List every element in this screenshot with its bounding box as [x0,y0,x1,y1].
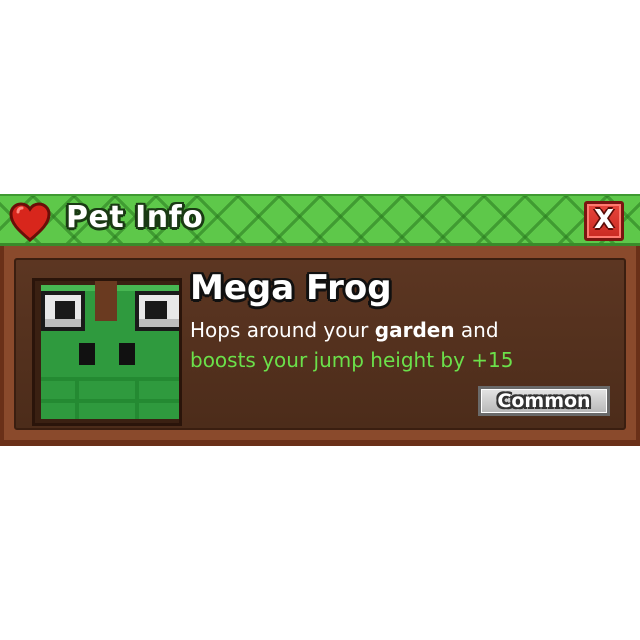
desc-text-end: and [454,318,499,342]
desc-highlight: garden [374,318,455,342]
rarity-badge: Common [478,386,610,416]
panel-header: Pet Info X [0,194,640,246]
pet-info-panel: Pet Info X Mega Frog Hops around your ga… [0,194,640,446]
pet-bonus-line: boosts your jump height by +15 [190,348,514,372]
close-button[interactable]: X [584,201,624,241]
panel-title: Pet Info [66,200,204,235]
frog-pet-icon [32,278,182,426]
close-icon: X [593,205,615,235]
desc-text: Hops around your [190,318,375,342]
heart-icon [9,202,51,242]
rarity-label: Common [497,390,591,412]
pet-description-line1: Hops around your garden and [190,318,499,342]
pet-name: Mega Frog [190,268,392,308]
